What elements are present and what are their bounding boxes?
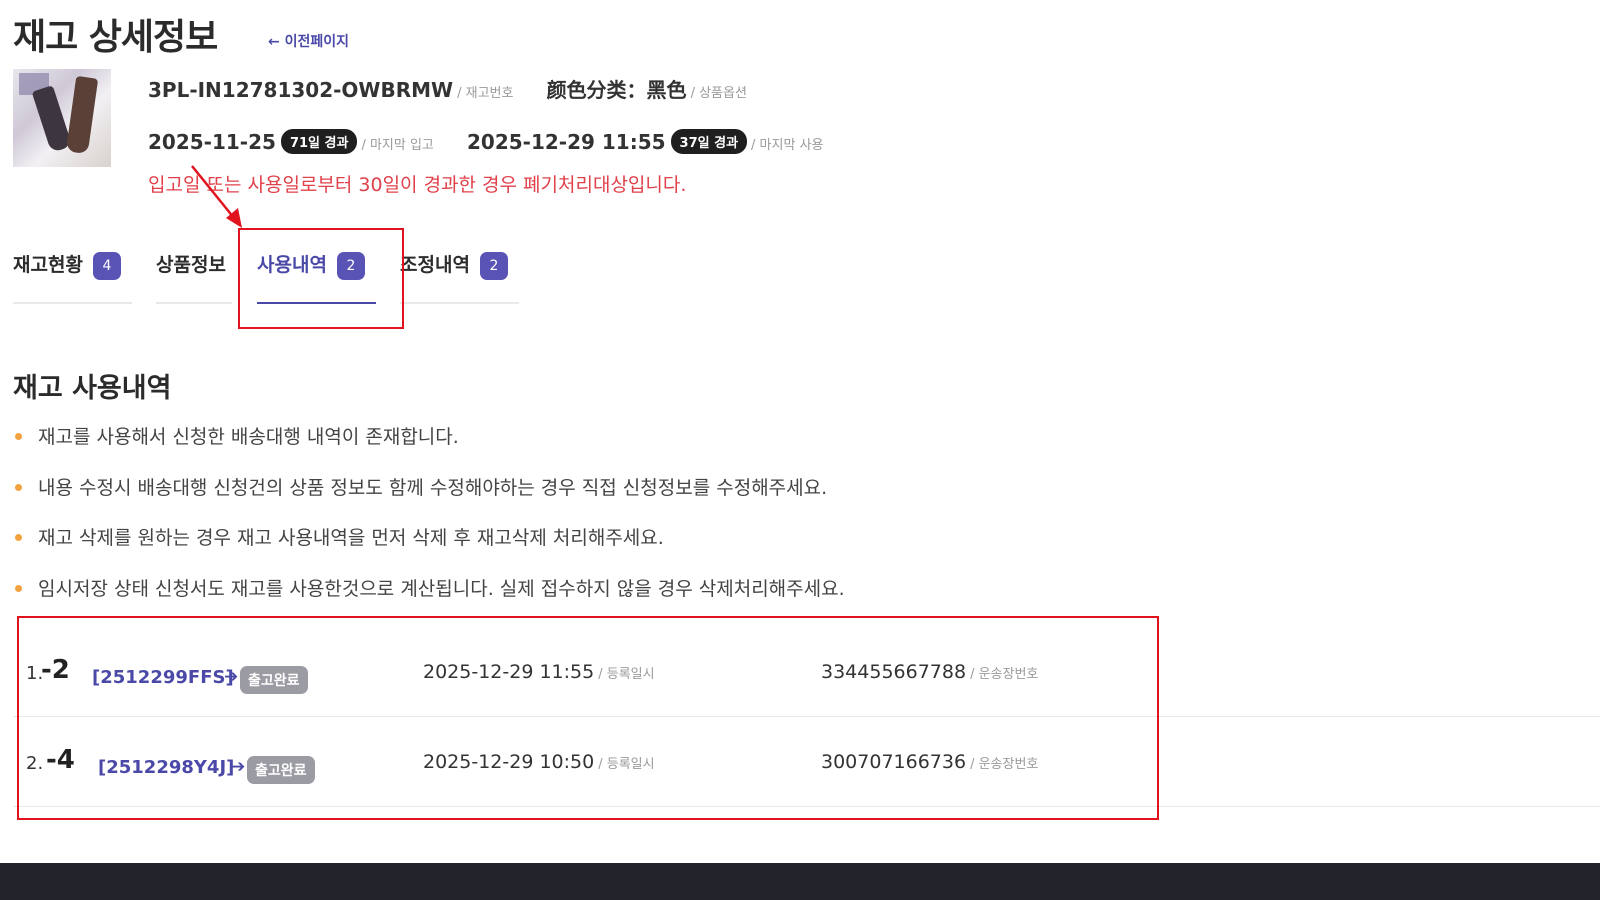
annotation-arrow bbox=[191, 165, 242, 228]
tracking-number-label: / 운송장번호 bbox=[970, 667, 1039, 682]
registered-at-label: / 등록일시 bbox=[598, 667, 655, 682]
registered-at-value: 2025-12-29 10:50 bbox=[423, 751, 595, 773]
footer-bar bbox=[0, 863, 1600, 900]
registered-at-label: / 등록일시 bbox=[598, 757, 655, 772]
product-dates-line: 2025-11-25 71일 경과 / 마지막 입고 2025-12-29 11:5… bbox=[148, 129, 824, 154]
arrow-right-icon: ➔ bbox=[224, 667, 239, 687]
last-use-elapsed-badge: 37일 경과 bbox=[670, 129, 748, 154]
tab-label: 사용내역 bbox=[257, 254, 327, 276]
last-in-elapsed-badge: 71일 경과 bbox=[280, 129, 358, 154]
registered-at: 2025-12-29 10:50/ 등록일시 bbox=[423, 751, 655, 773]
last-in-label: / 마지막 입고 bbox=[361, 138, 434, 153]
product-option-label: / 상품옵션 bbox=[690, 86, 747, 101]
section-title: 재고 사용내역 bbox=[13, 373, 172, 404]
tab-count-badge: 4 bbox=[92, 252, 121, 280]
product-info-line: 3PL-IN12781302-OWBRMW / 재고번호 颜色分类：黑色 / 상품옵… bbox=[148, 74, 747, 103]
last-use-label: / 마지막 사용 bbox=[751, 138, 824, 153]
notice-list: 재고를 사용해서 신청한 배송대행 내역이 존재합니다. 내용 수정시 배송대행… bbox=[13, 422, 845, 624]
order-code-link[interactable]: [2512298Y4J] bbox=[98, 757, 234, 778]
notice-item: 재고 삭제를 원하는 경우 재고 사용내역을 먼저 삭제 후 재고삭제 처리해주… bbox=[13, 523, 845, 574]
usage-row: 1. -2 [2512299FFS] ➔ 출고완료 2025-12-29 11:… bbox=[13, 627, 1600, 717]
registered-at: 2025-12-29 11:55/ 등록일시 bbox=[423, 661, 655, 683]
tab-label: 조정내역 bbox=[400, 254, 470, 276]
usage-row: 2. -4 [2512298Y4J] ➔ 출고완료 2025-12-29 10:… bbox=[13, 717, 1600, 807]
order-code-link[interactable]: [2512299FFS] bbox=[92, 667, 234, 688]
tab-count-badge: 2 bbox=[479, 252, 508, 280]
tracking-number-value: 300707166736 bbox=[821, 751, 967, 773]
tracking-number: 334455667788/ 운송장번호 bbox=[821, 661, 1038, 683]
tab-label: 상품정보 bbox=[156, 254, 226, 276]
notice-item: 임시저장 상태 신청서도 재고를 사용한것으로 계산됩니다. 실제 접수하지 않… bbox=[13, 574, 845, 625]
tracking-number: 300707166736/ 운송장번호 bbox=[821, 751, 1038, 773]
inventory-number: 3PL-IN12781302-OWBRMW bbox=[148, 78, 454, 102]
last-in-date: 2025-11-25 bbox=[148, 130, 276, 154]
product-thumbnail[interactable] bbox=[13, 69, 111, 167]
tab-usage-history[interactable]: 사용내역 2 bbox=[257, 250, 376, 304]
tab-product-info[interactable]: 상품정보 bbox=[156, 250, 232, 304]
row-quantity: -4 bbox=[46, 745, 75, 775]
status-badge: 출고완료 bbox=[247, 756, 315, 784]
product-option: 颜色分类：黑色 bbox=[546, 78, 687, 102]
tab-inventory-status[interactable]: 재고현황 4 bbox=[13, 250, 132, 304]
thumbnail-boot-shape bbox=[65, 75, 99, 155]
page-title: 재고 상세정보 bbox=[13, 17, 218, 58]
annotation-arrow-line bbox=[191, 165, 235, 219]
tracking-number-value: 334455667788 bbox=[821, 661, 967, 683]
tab-count-badge: 2 bbox=[336, 252, 365, 280]
arrow-right-icon: ➔ bbox=[231, 757, 246, 777]
row-quantity: -2 bbox=[41, 655, 70, 685]
tracking-number-label: / 운송장번호 bbox=[970, 757, 1039, 772]
tab-label: 재고현황 bbox=[13, 254, 83, 276]
status-badge: 출고완료 bbox=[240, 666, 308, 694]
tab-adjustment-history[interactable]: 조정내역 2 bbox=[400, 250, 519, 304]
row-index: 2. bbox=[26, 753, 44, 774]
notice-item: 내용 수정시 배송대행 신청건의 상품 정보도 함께 수정해야하는 경우 직접 … bbox=[13, 473, 845, 524]
inventory-number-label: / 재고번호 bbox=[457, 86, 514, 101]
registered-at-value: 2025-12-29 11:55 bbox=[423, 661, 595, 683]
last-use-date: 2025-12-29 11:55 bbox=[466, 130, 666, 154]
back-link[interactable]: ← 이전페이지 bbox=[268, 31, 349, 51]
notice-item: 재고를 사용해서 신청한 배송대행 내역이 존재합니다. bbox=[13, 422, 845, 473]
